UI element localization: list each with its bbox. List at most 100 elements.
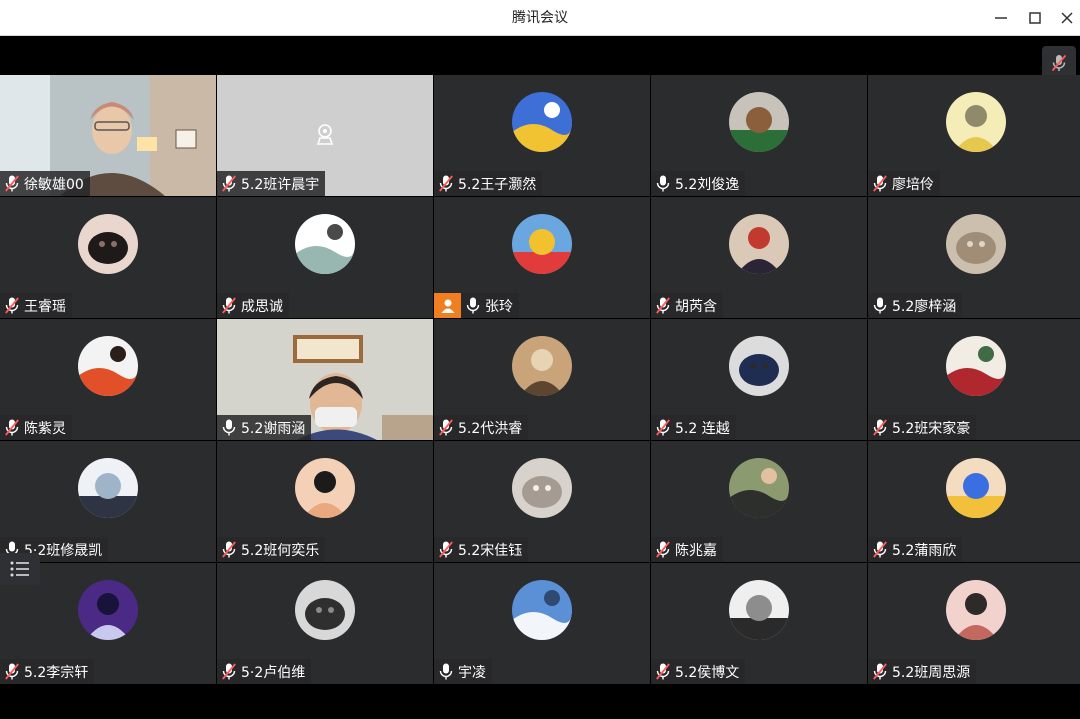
mic-muted-icon: [438, 175, 454, 193]
participant-name: 5.2宋佳钰: [458, 542, 523, 559]
name-tag: 5.2谢雨涵: [217, 415, 312, 440]
mic-muted-icon: [438, 419, 454, 437]
participant-name: 5.2 连越: [675, 420, 730, 437]
participant-name: 5.2班周思源: [892, 664, 971, 681]
avatar: [78, 336, 138, 396]
participant-tile[interactable]: 宇凌: [434, 563, 650, 684]
avatar: [512, 336, 572, 396]
mic-muted-icon: [4, 663, 20, 681]
mic-muted-icon: [872, 175, 888, 193]
participant-tile[interactable]: 陈紫灵: [0, 319, 216, 440]
maximize-icon: [1029, 12, 1041, 24]
avatar: [512, 214, 572, 274]
window-title: 腾讯会议: [512, 10, 568, 26]
participant-tile[interactable]: 5.2谢雨涵: [217, 319, 433, 440]
participant-tile[interactable]: 5·2卢伯维: [217, 563, 433, 684]
participant-tile[interactable]: 5.2班何奕乐: [217, 441, 433, 562]
maximize-button[interactable]: [1018, 0, 1052, 36]
participant-tile[interactable]: 5.2廖梓涵: [868, 197, 1080, 318]
participant-tile[interactable]: 张玲: [434, 197, 650, 318]
name-tag: 5.2廖梓涵: [868, 293, 963, 318]
avatar: [295, 214, 355, 274]
name-tag: 5.2王子灏然: [434, 171, 543, 196]
name-tag: 5.2班何奕乐: [217, 537, 326, 562]
mic-muted-icon: [655, 297, 671, 315]
mic-muted-icon: [872, 419, 888, 437]
name-tag: 廖培伶: [868, 171, 940, 196]
avatar: [295, 458, 355, 518]
mic-muted-icon: [4, 175, 20, 193]
mic-icon: [221, 419, 237, 437]
mic-muted-icon: [655, 541, 671, 559]
name-tag: 徐敏雄00: [0, 171, 90, 196]
participant-tile[interactable]: 胡芮含: [651, 197, 867, 318]
name-tag: 5·2卢伯维: [217, 659, 312, 684]
close-button[interactable]: [1050, 0, 1080, 36]
participant-name: 5.2代洪睿: [458, 420, 523, 437]
avatar: [729, 458, 789, 518]
name-tag: 5.2代洪睿: [434, 415, 529, 440]
participant-tile[interactable]: 5.2刘俊逸: [651, 75, 867, 196]
minimize-button[interactable]: [984, 0, 1018, 36]
avatar: [946, 214, 1006, 274]
participant-tile[interactable]: 王睿瑶: [0, 197, 216, 318]
mic-muted-icon: [872, 541, 888, 559]
mic-icon: [655, 175, 671, 193]
avatar: [946, 336, 1006, 396]
participant-tile[interactable]: 5.2班许晨宇: [217, 75, 433, 196]
mic-icon: [465, 297, 481, 315]
participant-tile[interactable]: 5.2王子灏然: [434, 75, 650, 196]
participant-tile[interactable]: 5.2 连越: [651, 319, 867, 440]
participant-tile[interactable]: 5.2蒲雨欣: [868, 441, 1080, 562]
participant-name: 5.2刘俊逸: [675, 176, 740, 193]
participant-tile[interactable]: 5·2班修晟凯: [0, 441, 216, 562]
name-tag: 成思诚: [217, 293, 289, 318]
participant-name: 5.2谢雨涵: [241, 420, 306, 437]
participant-tile[interactable]: 陈兆嘉: [651, 441, 867, 562]
participant-name: 5.2侯博文: [675, 664, 740, 681]
name-tag: 5.2宋佳钰: [434, 537, 529, 562]
participant-name: 5·2卢伯维: [241, 664, 306, 681]
avatar: [512, 92, 572, 152]
name-tag: 张玲: [434, 293, 519, 318]
mic-icon: [872, 297, 888, 315]
participant-list-button[interactable]: [0, 553, 40, 585]
participant-tile[interactable]: 廖培伶: [868, 75, 1080, 196]
participant-name: 陈兆嘉: [675, 542, 717, 559]
avatar: [729, 580, 789, 640]
name-tag: 王睿瑶: [0, 293, 72, 318]
participant-name: 5.2廖梓涵: [892, 298, 957, 315]
avatar: [946, 580, 1006, 640]
avatar: [512, 580, 572, 640]
participant-tile[interactable]: 5.2代洪睿: [434, 319, 650, 440]
name-tag: 5.2刘俊逸: [651, 171, 746, 196]
mic-muted-icon: [4, 419, 20, 437]
name-tag: 陈紫灵: [0, 415, 72, 440]
name-tag: 5.2蒲雨欣: [868, 537, 963, 562]
avatar: [78, 580, 138, 640]
participant-tile[interactable]: 5.2班周思源: [868, 563, 1080, 684]
participant-name: 5.2班何奕乐: [241, 542, 320, 559]
avatar: [78, 214, 138, 274]
minimize-icon: [995, 17, 1007, 19]
mic-muted-icon: [1051, 54, 1067, 72]
mic-muted-icon: [221, 175, 237, 193]
avatar: [729, 214, 789, 274]
participant-name: 王睿瑶: [24, 298, 66, 315]
participant-name: 5.2王子灏然: [458, 176, 537, 193]
name-tag: 胡芮含: [651, 293, 723, 318]
participant-tile[interactable]: 成思诚: [217, 197, 433, 318]
name-tag: 5.2 连越: [651, 415, 736, 440]
participant-tile[interactable]: 5.2班宋家豪: [868, 319, 1080, 440]
participant-tile[interactable]: 5.2侯博文: [651, 563, 867, 684]
mic-muted-icon: [4, 297, 20, 315]
name-tag: 陈兆嘉: [651, 537, 723, 562]
avatar: [78, 458, 138, 518]
name-tag: 5.2侯博文: [651, 659, 746, 684]
participant-tile[interactable]: 5.2宋佳钰: [434, 441, 650, 562]
mic-muted-icon: [655, 663, 671, 681]
participant-tile[interactable]: 徐敏雄00: [0, 75, 216, 196]
participant-name: 廖培伶: [892, 176, 934, 193]
participant-name: 胡芮含: [675, 298, 717, 315]
close-icon: [1061, 12, 1073, 24]
